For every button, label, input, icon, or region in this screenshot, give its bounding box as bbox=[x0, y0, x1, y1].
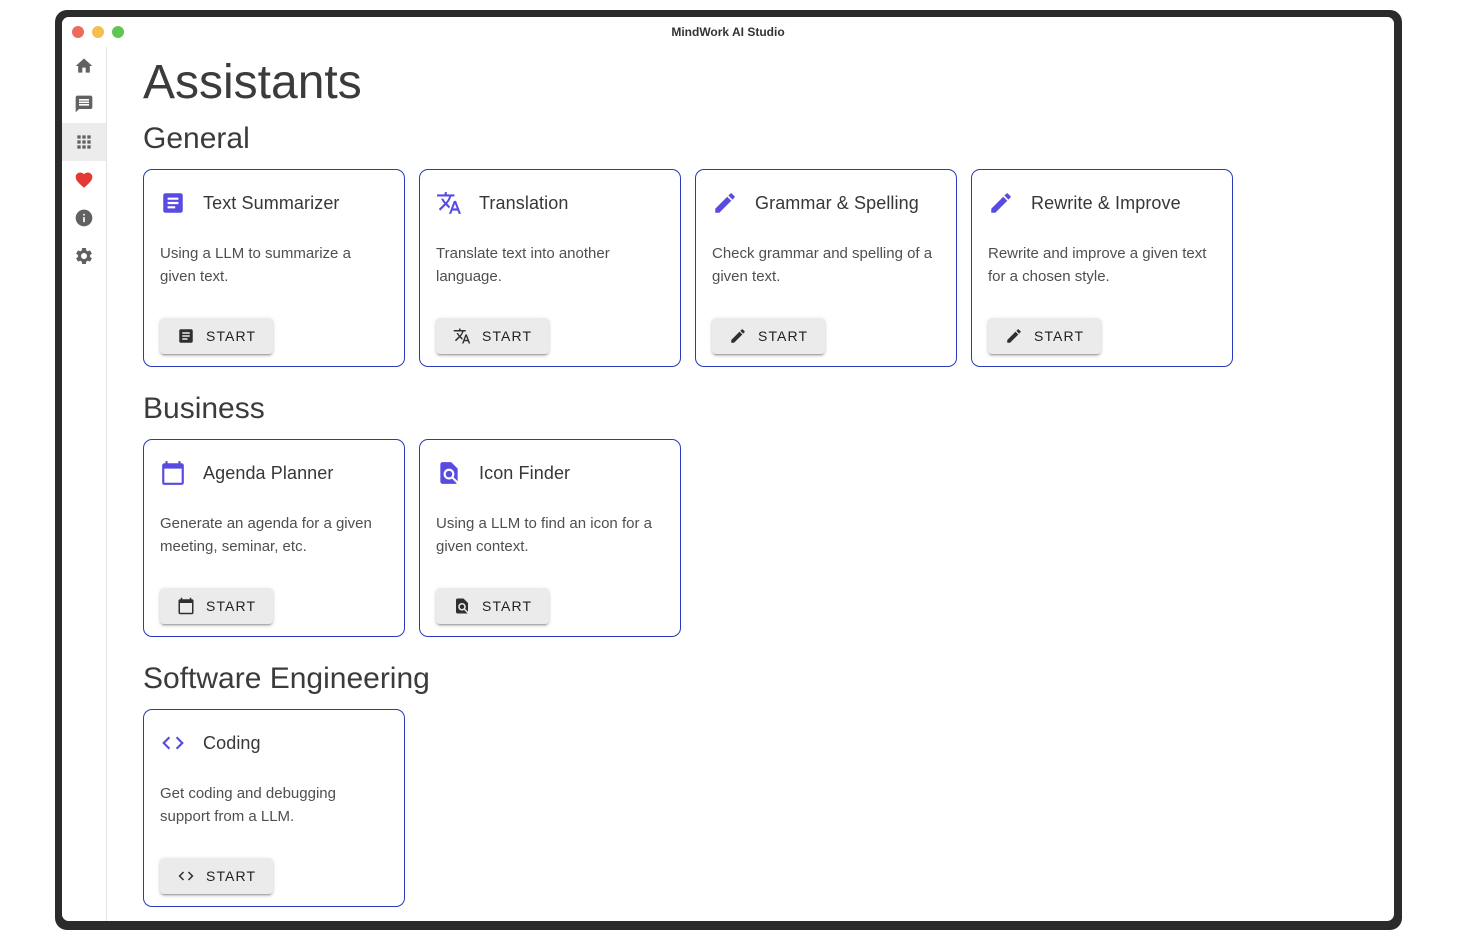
section-title-business: Business bbox=[143, 391, 1370, 427]
card-header: Coding bbox=[160, 730, 388, 756]
start-button-label: START bbox=[206, 868, 256, 884]
app-window: MindWork AI Studio bbox=[62, 17, 1394, 921]
card-title: Grammar & Spelling bbox=[755, 193, 919, 214]
pencil-icon bbox=[1005, 327, 1023, 345]
section-title-software-engineering: Software Engineering bbox=[143, 661, 1370, 697]
card-title: Icon Finder bbox=[479, 463, 570, 484]
card-title: Agenda Planner bbox=[203, 463, 334, 484]
card-description: Rewrite and improve a given text for a c… bbox=[988, 242, 1216, 288]
sidebar-item-chat[interactable] bbox=[62, 85, 106, 123]
card-header: Agenda Planner bbox=[160, 460, 388, 486]
app-window-frame: MindWork AI Studio bbox=[55, 10, 1402, 930]
start-button-label: START bbox=[482, 328, 532, 344]
gear-icon bbox=[74, 246, 94, 266]
card-translation: Translation Translate text into another … bbox=[419, 169, 681, 367]
pencil-icon bbox=[988, 190, 1014, 216]
article-icon bbox=[160, 190, 186, 216]
apps-grid-icon bbox=[74, 132, 94, 152]
find-page-icon bbox=[453, 597, 471, 615]
card-coding: Coding Get coding and debugging support … bbox=[143, 709, 405, 907]
code-icon bbox=[177, 867, 195, 885]
card-header: Translation bbox=[436, 190, 664, 216]
start-button-label: START bbox=[206, 598, 256, 614]
fullscreen-button[interactable] bbox=[112, 26, 124, 38]
card-title: Translation bbox=[479, 193, 568, 214]
card-header: Grammar & Spelling bbox=[712, 190, 940, 216]
traffic-lights bbox=[72, 17, 124, 47]
card-row-general: Text Summarizer Using a LLM to summarize… bbox=[143, 169, 1370, 367]
sidebar-item-about[interactable] bbox=[62, 199, 106, 237]
heart-icon bbox=[74, 170, 94, 190]
section-title-general: General bbox=[143, 121, 1370, 157]
info-icon bbox=[74, 208, 94, 228]
start-button-rewrite-improve[interactable]: START bbox=[988, 318, 1101, 354]
card-title: Rewrite & Improve bbox=[1031, 193, 1181, 214]
translate-icon bbox=[453, 327, 471, 345]
start-button-label: START bbox=[758, 328, 808, 344]
card-description: Generate an agenda for a given meeting, … bbox=[160, 512, 388, 558]
sidebar-item-settings[interactable] bbox=[62, 237, 106, 275]
translate-icon bbox=[436, 190, 462, 216]
calendar-icon bbox=[160, 460, 186, 486]
pencil-icon bbox=[729, 327, 747, 345]
card-row-business: Agenda Planner Generate an agenda for a … bbox=[143, 439, 1370, 637]
sidebar-item-favorites[interactable] bbox=[62, 161, 106, 199]
minimize-button[interactable] bbox=[92, 26, 104, 38]
sidebar bbox=[62, 47, 107, 921]
window-title: MindWork AI Studio bbox=[62, 17, 1394, 47]
page-title: Assistants bbox=[143, 59, 1370, 107]
card-header: Icon Finder bbox=[436, 460, 664, 486]
card-description: Check grammar and spelling of a given te… bbox=[712, 242, 940, 288]
start-button-agenda-planner[interactable]: START bbox=[160, 588, 273, 624]
sidebar-item-assistants[interactable] bbox=[62, 123, 106, 161]
start-button-grammar-spelling[interactable]: START bbox=[712, 318, 825, 354]
card-header: Text Summarizer bbox=[160, 190, 388, 216]
card-grammar-spelling: Grammar & Spelling Check grammar and spe… bbox=[695, 169, 957, 367]
start-button-label: START bbox=[1034, 328, 1084, 344]
start-button-text-summarizer[interactable]: START bbox=[160, 318, 273, 354]
main-content: Assistants General Text Summarizer Using… bbox=[107, 47, 1394, 921]
find-page-icon bbox=[436, 460, 462, 486]
calendar-icon bbox=[177, 597, 195, 615]
chat-icon bbox=[74, 94, 94, 114]
card-description: Using a LLM to summarize a given text. bbox=[160, 242, 388, 288]
start-button-label: START bbox=[482, 598, 532, 614]
card-description: Translate text into another language. bbox=[436, 242, 664, 288]
card-row-software-engineering: Coding Get coding and debugging support … bbox=[143, 709, 1370, 907]
start-button-label: START bbox=[206, 328, 256, 344]
card-rewrite-improve: Rewrite & Improve Rewrite and improve a … bbox=[971, 169, 1233, 367]
sidebar-item-home[interactable] bbox=[62, 47, 106, 85]
start-button-translation[interactable]: START bbox=[436, 318, 549, 354]
code-icon bbox=[160, 730, 186, 756]
card-icon-finder: Icon Finder Using a LLM to find an icon … bbox=[419, 439, 681, 637]
home-icon bbox=[74, 56, 94, 76]
card-description: Using a LLM to find an icon for a given … bbox=[436, 512, 664, 558]
card-title: Coding bbox=[203, 733, 261, 754]
close-button[interactable] bbox=[72, 26, 84, 38]
pencil-icon bbox=[712, 190, 738, 216]
card-text-summarizer: Text Summarizer Using a LLM to summarize… bbox=[143, 169, 405, 367]
titlebar: MindWork AI Studio bbox=[62, 17, 1394, 47]
card-agenda-planner: Agenda Planner Generate an agenda for a … bbox=[143, 439, 405, 637]
start-button-coding[interactable]: START bbox=[160, 858, 273, 894]
card-description: Get coding and debugging support from a … bbox=[160, 782, 388, 828]
card-header: Rewrite & Improve bbox=[988, 190, 1216, 216]
article-icon bbox=[177, 327, 195, 345]
card-title: Text Summarizer bbox=[203, 193, 340, 214]
start-button-icon-finder[interactable]: START bbox=[436, 588, 549, 624]
